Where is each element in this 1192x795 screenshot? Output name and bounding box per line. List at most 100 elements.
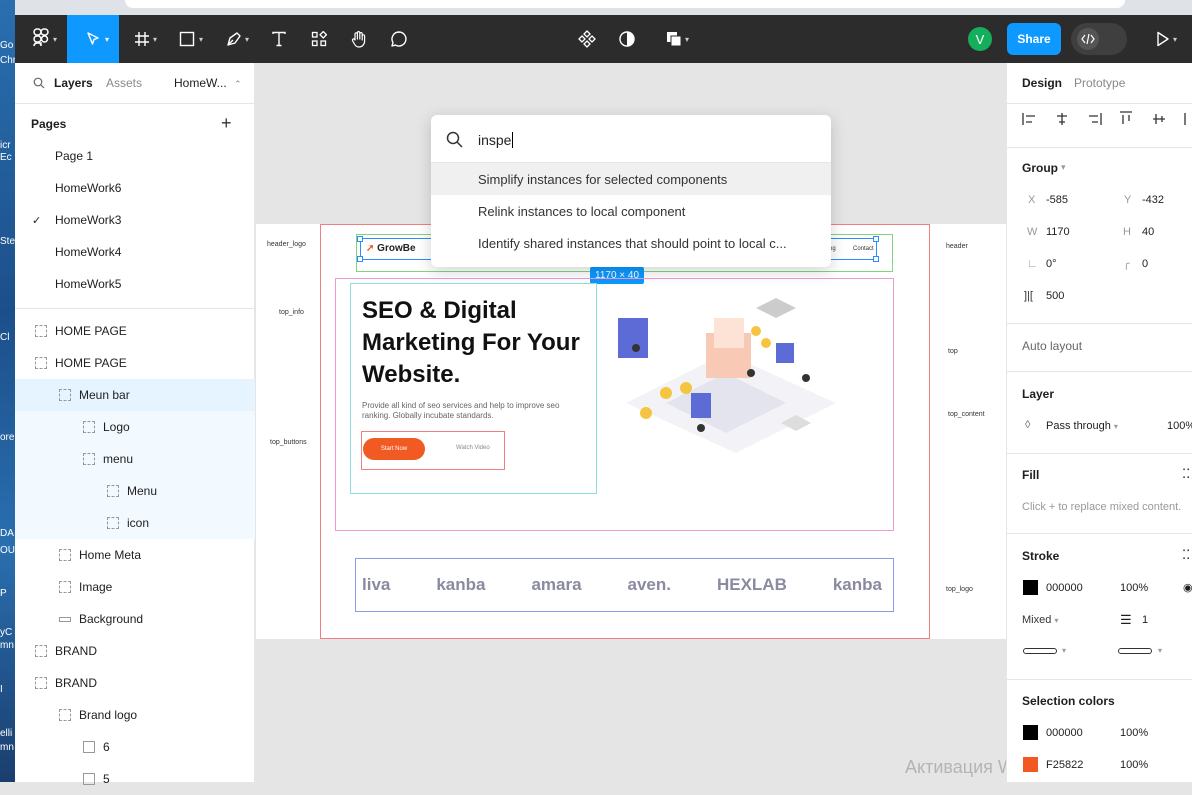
selection-color-swatch[interactable] xyxy=(1023,725,1038,740)
watch-video-button[interactable]: Watch Video xyxy=(456,445,490,451)
stroke-hex-input[interactable]: 000000 xyxy=(1046,582,1083,594)
mask-button[interactable] xyxy=(607,15,647,63)
layer-row[interactable]: icon xyxy=(15,507,255,539)
desktop-icon-label[interactable]: icr xyxy=(0,140,15,151)
search-icon[interactable] xyxy=(33,77,45,89)
desktop-icon-label[interactable]: Cl xyxy=(0,332,15,343)
eye-icon[interactable]: ◉ xyxy=(1183,581,1192,594)
group-title[interactable]: Group xyxy=(1022,161,1058,175)
boolean-button[interactable]: ▾ xyxy=(651,15,697,63)
selection-handle[interactable] xyxy=(873,236,879,242)
user-avatar[interactable]: V xyxy=(965,15,995,63)
present-button[interactable]: ▾ xyxy=(1143,15,1183,63)
page-item[interactable]: HomeWork5 xyxy=(15,268,255,300)
stroke-end-cap-select[interactable] xyxy=(1118,648,1152,654)
palette-option[interactable]: Simplify instances for selected componen… xyxy=(431,163,831,195)
layer-row[interactable]: Home Meta xyxy=(15,539,255,571)
fill-styles-grid-icon[interactable]: ⁚⁚ xyxy=(1182,466,1190,482)
tab-prototype[interactable]: Prototype xyxy=(1074,76,1125,90)
page-select[interactable]: HomeW... ⌃ xyxy=(174,76,242,90)
corner-radius-input[interactable]: 0 xyxy=(1142,258,1148,270)
tab-assets[interactable]: Assets xyxy=(106,76,142,90)
desktop-icon-label[interactable]: elli xyxy=(0,728,15,739)
hand-tool-button[interactable] xyxy=(339,15,379,63)
selection-color-opacity[interactable]: 100% xyxy=(1120,759,1148,771)
desktop-icon-label[interactable]: ore xyxy=(0,432,15,443)
palette-option[interactable]: Identify shared instances that should po… xyxy=(431,227,831,259)
page-item[interactable]: HomeWork4 xyxy=(15,236,255,268)
tab-design[interactable]: Design xyxy=(1022,76,1062,90)
blend-mode-select[interactable]: Pass through ▾ xyxy=(1046,420,1118,432)
desktop-icon-label[interactable]: Go xyxy=(0,40,15,51)
start-now-button[interactable]: Start Now xyxy=(363,438,425,460)
selection-color-hex[interactable]: 000000 xyxy=(1046,727,1083,739)
frame-tool-button[interactable]: ▾ xyxy=(121,15,163,63)
spacing-input[interactable]: 500 xyxy=(1046,290,1064,302)
desktop-icon-label[interactable]: DA xyxy=(0,528,15,539)
pen-tool-button[interactable]: ▾ xyxy=(211,15,257,63)
label-top: top xyxy=(948,348,958,355)
add-page-plus-icon[interactable]: + xyxy=(221,113,232,134)
comment-tool-button[interactable] xyxy=(379,15,419,63)
chevron-down-icon: ▾ xyxy=(199,35,204,44)
shape-tool-button[interactable]: ▾ xyxy=(165,15,209,63)
x-input[interactable]: -585 xyxy=(1046,194,1068,206)
selection-color-hex[interactable]: F25822 xyxy=(1046,759,1083,771)
desktop-icon-label[interactable]: Ec xyxy=(0,152,15,163)
desktop-icon-label[interactable]: yC xyxy=(0,627,15,638)
text-tool-button[interactable] xyxy=(259,15,299,63)
selection-color-opacity[interactable]: 100% xyxy=(1120,727,1148,739)
quick-actions-palette[interactable]: inspe Simplify instances for selected co… xyxy=(431,115,831,267)
layer-row[interactable]: BRAND xyxy=(15,667,255,699)
page-item[interactable]: Page 1 xyxy=(15,140,255,172)
dev-mode-toggle[interactable] xyxy=(1071,23,1127,55)
stroke-color-swatch[interactable] xyxy=(1023,580,1038,595)
component-button[interactable] xyxy=(567,15,607,63)
stroke-opacity-input[interactable]: 100% xyxy=(1120,582,1148,594)
desktop-icon-label[interactable]: mn xyxy=(0,742,15,753)
desktop-icon-label[interactable]: Ste xyxy=(0,236,15,247)
main-menu-button[interactable]: ▾ xyxy=(15,15,67,63)
desktop-icon-label[interactable]: I xyxy=(0,684,15,695)
layer-row[interactable]: Background xyxy=(15,603,255,635)
layer-row[interactable]: menu xyxy=(15,443,255,475)
layer-row[interactable]: Meun bar xyxy=(15,379,255,411)
y-input[interactable]: -432 xyxy=(1142,194,1164,206)
desktop-icon-label[interactable]: OUL xyxy=(0,545,15,556)
selection-handle[interactable] xyxy=(357,236,363,242)
stroke-start-cap-select[interactable] xyxy=(1023,648,1057,654)
layer-row[interactable]: 6 xyxy=(15,731,255,763)
pen-icon xyxy=(227,32,241,46)
auto-layout-button[interactable]: Auto layout xyxy=(1022,339,1082,353)
selection-handle[interactable] xyxy=(873,256,879,262)
share-button[interactable]: Share xyxy=(1007,23,1061,55)
palette-option[interactable]: Relink instances to local component xyxy=(431,195,831,227)
palette-search-input[interactable]: inspe xyxy=(478,132,514,148)
layer-row[interactable]: 5 xyxy=(15,763,255,795)
layer-row[interactable]: Menu xyxy=(15,475,255,507)
page-item[interactable]: ✓ HomeWork3 xyxy=(15,204,255,236)
selection-color-swatch[interactable] xyxy=(1023,757,1038,772)
stroke-position-select[interactable]: Mixed ▾ xyxy=(1022,614,1058,626)
tab-layers[interactable]: Layers xyxy=(54,76,93,90)
width-input[interactable]: 1170 xyxy=(1046,226,1070,238)
desktop-icon-label[interactable]: P xyxy=(0,588,15,599)
page-item[interactable]: HomeWork6 xyxy=(15,172,255,204)
layer-row[interactable]: Logo xyxy=(15,411,255,443)
layer-opacity-input[interactable]: 100% xyxy=(1167,420,1192,432)
move-tool-button[interactable]: ▾ xyxy=(67,15,119,63)
layer-row[interactable]: HOME PAGE xyxy=(15,347,255,379)
stroke-styles-grid-icon[interactable]: ⁚⁚ xyxy=(1182,547,1190,563)
address-bar[interactable] xyxy=(125,0,1125,8)
selection-handle[interactable] xyxy=(357,256,363,262)
layer-row[interactable]: HOME PAGE xyxy=(15,315,255,347)
rotation-input[interactable]: 0° xyxy=(1046,258,1057,270)
layer-row[interactable]: Image xyxy=(15,571,255,603)
desktop-icon-label[interactable]: Chr xyxy=(0,55,15,66)
layer-row[interactable]: BRAND xyxy=(15,635,255,667)
desktop-icon-label[interactable]: mn xyxy=(0,640,15,651)
height-input[interactable]: 40 xyxy=(1142,226,1154,238)
resources-tool-button[interactable] xyxy=(299,15,339,63)
layer-row[interactable]: Brand logo xyxy=(15,699,255,731)
stroke-weight-input[interactable]: 1 xyxy=(1142,614,1148,626)
